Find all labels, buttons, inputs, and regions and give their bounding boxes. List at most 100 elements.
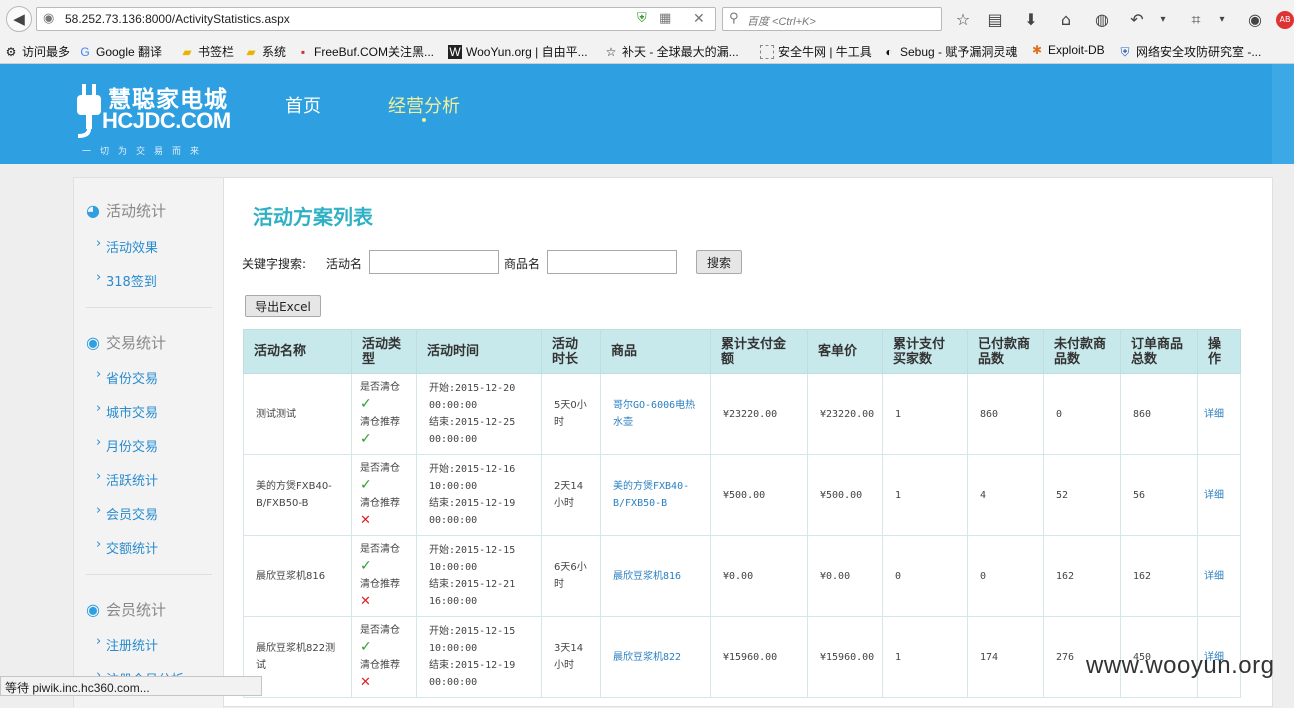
detail-link[interactable]: 详细 xyxy=(1204,490,1224,501)
bookmark-item[interactable]: ◐ Sebug - 赋予漏洞灵魂 xyxy=(882,43,1017,60)
product-link[interactable]: 晨欣豆浆机816 xyxy=(613,571,681,582)
bookmark-item[interactable]: G Google 翻译 xyxy=(78,43,162,60)
star-outline-icon: ☆ xyxy=(605,44,617,59)
page-icon xyxy=(760,44,774,59)
sidebar-item-activity-effect[interactable]: 活动效果 xyxy=(96,236,158,256)
sidebar-item-register-stats[interactable]: 注册统计 xyxy=(96,634,158,654)
stop-icon[interactable]: ✕ xyxy=(693,11,705,27)
bookmark-item[interactable]: ▰ 系统 xyxy=(244,43,286,60)
activity-time-cell: 开始:2015-12-16 10:00:00 结束:2015-12-19 00:0… xyxy=(416,454,542,536)
bookmark-item[interactable]: ⚙ 访问最多 xyxy=(4,43,70,60)
start-time: 开始:2015-12-16 10:00:00 xyxy=(429,464,516,492)
browser-search-field[interactable]: ⚲ 百度 <Ctrl+K> xyxy=(722,7,942,31)
sidebar-item-province-trade[interactable]: 省份交易 xyxy=(96,367,158,387)
page-title: 活动方案列表 xyxy=(253,205,373,229)
paid-count-cell: 4 xyxy=(967,454,1044,536)
undo-icon[interactable]: ↶ xyxy=(1126,9,1148,31)
address-bar[interactable]: ◉ 58.252.73.136:8000/ActivityStatistics.… xyxy=(36,7,716,31)
product-name-input[interactable] xyxy=(547,250,677,274)
home-icon[interactable]: ⌂ xyxy=(1055,9,1077,31)
activity-type-cell: 是否清仓 ✓ 清仓推荐 ✕ xyxy=(351,535,417,617)
detail-link[interactable]: 详细 xyxy=(1204,409,1224,420)
header-edge xyxy=(1272,64,1294,164)
amount-cell: ¥0.00 xyxy=(710,535,808,617)
product-link[interactable]: 哥尔GO-6006电热水壶 xyxy=(613,400,695,428)
sidebar-item-amount-stats[interactable]: 交额统计 xyxy=(96,537,158,557)
clear-recommend-label: 清仓推荐 xyxy=(360,417,400,428)
export-excel-button[interactable]: 导出Excel xyxy=(245,295,321,317)
sidebar-divider xyxy=(86,307,212,308)
comment-icon[interactable]: ◉ xyxy=(1244,9,1266,31)
checkmark-icon: ✓ xyxy=(360,477,372,493)
download-icon[interactable]: ⬇ xyxy=(1020,9,1042,31)
unit-price-cell: ¥23220.00 xyxy=(807,373,883,455)
bookmark-item[interactable]: 安全牛网 | 牛工具 xyxy=(760,43,872,60)
sidebar-group-member[interactable]: ◉ 会员统计 xyxy=(86,599,166,620)
url-text: 58.252.73.136:8000/ActivityStatistics.as… xyxy=(65,12,290,26)
nav-analysis[interactable]: 经营分析 xyxy=(388,92,460,118)
sidebar-item-318-checkin[interactable]: 318签到 xyxy=(96,270,157,290)
activity-name-cell: 晨欣豆浆机816 xyxy=(243,535,352,617)
search-button[interactable]: 搜索 xyxy=(696,250,742,274)
product-link[interactable]: 美的方煲FXB40-B/FXB50-B xyxy=(613,481,689,509)
bookmark-item[interactable]: ⛨ 网络安全攻防研究室 -... xyxy=(1118,43,1261,60)
checkmark-icon: ✓ xyxy=(360,431,372,447)
activity-table: 活动名称 活动类型 活动时间 活动时长 商品 累计支付金额 客单价 累计支付买家… xyxy=(243,329,1241,698)
exploit-db-icon: ✱ xyxy=(1031,43,1043,57)
plug-logo-icon xyxy=(77,84,101,138)
reading-list-icon[interactable]: ▤ xyxy=(984,9,1006,31)
bookmark-item[interactable]: ▪ FreeBuf.COM关注黑... xyxy=(296,43,434,60)
sidebar-item-member-trade[interactable]: 会员交易 xyxy=(96,503,158,523)
activity-name-cell: 测试测试 xyxy=(243,373,352,455)
eye-icon: ◉ xyxy=(86,600,100,619)
sidebar-group-title: 会员统计 xyxy=(105,601,166,619)
star-icon[interactable]: ☆ xyxy=(952,9,974,31)
paid-count-cell: 860 xyxy=(967,373,1044,455)
chevron-down-icon[interactable]: ▾ xyxy=(1211,9,1233,31)
column-header: 活动时间 xyxy=(416,329,542,374)
bookmark-item[interactable]: ✱ Exploit-DB xyxy=(1030,43,1105,57)
shield-check-icon[interactable]: ⛨ xyxy=(637,11,647,26)
nav-home[interactable]: 首页 xyxy=(285,92,321,118)
bookmark-label: 安全牛网 | 牛工具 xyxy=(778,45,872,59)
bookmark-label: 网络安全攻防研究室 -... xyxy=(1136,45,1262,59)
duration-cell: 2天14小时 xyxy=(541,454,601,536)
sidebar-item-month-trade[interactable]: 月份交易 xyxy=(96,435,158,455)
activity-name-input[interactable] xyxy=(369,250,499,274)
eye-icon: ◉ xyxy=(86,333,100,352)
keyword-search-label: 关键字搜索: xyxy=(242,257,307,271)
google-icon: G xyxy=(80,44,90,59)
wooyun-icon: W xyxy=(448,44,462,59)
detail-link[interactable]: 详细 xyxy=(1204,571,1224,582)
column-header: 客单价 xyxy=(807,329,883,374)
site-logo[interactable]: 慧聪家电城 HCJDC.COM 一切为交易而来 xyxy=(72,78,252,158)
checkmark-icon: ✓ xyxy=(360,396,372,412)
clear-recommend-label: 清仓推荐 xyxy=(360,498,400,509)
adblock-icon[interactable]: AB xyxy=(1276,11,1294,29)
bookmark-item[interactable]: W WooYun.org | 自由平... xyxy=(448,43,588,60)
sidebar-group-activity[interactable]: ◕ 活动统计 xyxy=(86,200,166,221)
activity-type-cell: 是否清仓 ✓ 清仓推荐 ✕ xyxy=(351,454,417,536)
column-header: 活动类型 xyxy=(351,329,417,374)
back-icon[interactable]: ◀ xyxy=(6,6,32,32)
bookmark-item[interactable]: ▰ 书签栏 xyxy=(180,43,234,60)
bookmark-item[interactable]: ☆ 补天 - 全球最大的漏... xyxy=(604,43,739,60)
checkmark-icon: ✓ xyxy=(360,558,372,574)
sidebar-item-active-stats[interactable]: 活跃统计 xyxy=(96,469,158,489)
start-time: 开始:2015-12-15 10:00:00 xyxy=(429,545,516,573)
chat-icon[interactable]: ◍ xyxy=(1091,9,1113,31)
column-header: 活动名称 xyxy=(243,329,352,374)
sidebar-item-city-trade[interactable]: 城市交易 xyxy=(96,401,158,421)
sidebar-group-trade[interactable]: ◉ 交易统计 xyxy=(86,332,166,353)
qr-code-icon[interactable]: ▦ xyxy=(659,11,671,26)
activity-type-cell: 是否清仓 ✓ 清仓推荐 ✕ xyxy=(351,616,417,698)
clear-stock-label: 是否清仓 xyxy=(360,625,400,636)
folder-icon: ▰ xyxy=(246,44,256,59)
checkmark-icon: ✓ xyxy=(360,639,372,655)
chevron-down-icon[interactable]: ▾ xyxy=(1152,9,1174,31)
globe-icon: ◉ xyxy=(43,11,55,26)
shield-icon: ⛨ xyxy=(1120,44,1130,59)
crop-icon[interactable]: ⌗ xyxy=(1185,9,1207,31)
product-link[interactable]: 晨欣豆浆机822 xyxy=(613,652,681,663)
active-nav-indicator xyxy=(422,118,426,122)
